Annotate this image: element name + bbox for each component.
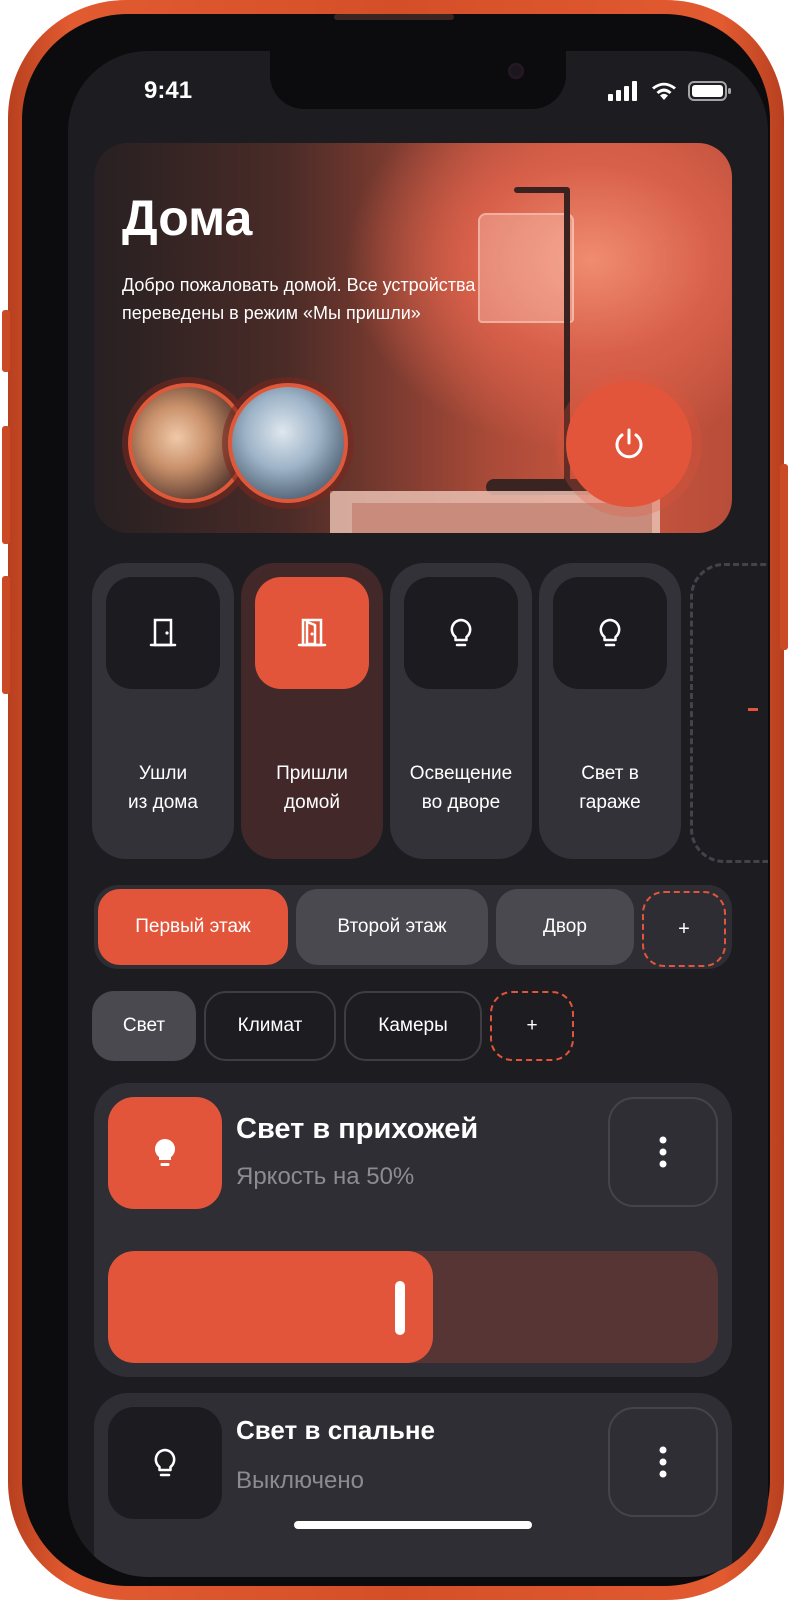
slider-handle[interactable] — [395, 1281, 405, 1335]
signal-icon — [608, 81, 637, 101]
device-card-hallway[interactable]: Свет в прихожей Яркость на 50% — [94, 1083, 732, 1377]
tab-yard[interactable]: Двор — [496, 889, 634, 965]
scene-icon-wrap — [255, 577, 369, 689]
bulb-filled-icon — [155, 1139, 175, 1166]
tab-first-floor[interactable]: Первый этаж — [98, 889, 288, 965]
scene-yard-lighting[interactable]: Освещение во дворе — [390, 563, 532, 859]
power-button[interactable] — [566, 381, 692, 507]
scene-left-home[interactable]: Ушли из дома — [92, 563, 234, 859]
avatar[interactable] — [228, 383, 348, 503]
device-icon-wrap[interactable] — [108, 1407, 222, 1519]
device-status: Яркость на 50% — [236, 1163, 415, 1190]
hero-description: Добро пожаловать домой. Все устройства п… — [122, 275, 476, 323]
nightstand-drawer — [352, 503, 652, 533]
brightness-slider[interactable] — [108, 1251, 718, 1363]
scene-garage-light[interactable]: Свет в гараже — [539, 563, 681, 859]
device-card-bedroom[interactable]: Свет в спальне Выключено — [94, 1393, 732, 1577]
add-category-button[interactable]: + — [490, 991, 574, 1061]
scene-label: Пришли домой — [276, 763, 348, 813]
mute-switch — [2, 310, 10, 372]
chip-light[interactable]: Свет — [92, 991, 196, 1061]
chip-climate[interactable]: Климат — [204, 991, 336, 1061]
device-status: Выключено — [236, 1467, 364, 1494]
volume-up-button — [2, 426, 10, 544]
slider-fill — [108, 1251, 433, 1363]
status-icons — [608, 81, 732, 101]
scene-label: Ушли из дома — [128, 763, 198, 813]
tab-second-floor[interactable]: Второй этаж — [296, 889, 488, 965]
notch — [270, 51, 566, 109]
scene-icon-wrap — [553, 577, 667, 689]
door-closed-icon — [149, 618, 177, 647]
add-floor-button[interactable]: + — [642, 891, 726, 967]
device-title: Свет в прихожей — [236, 1113, 479, 1145]
screen: 9:41 Дома Добро пожаловать домой. Все ус… — [68, 51, 768, 1577]
door-open-icon — [297, 618, 327, 647]
chip-cameras[interactable]: Камеры — [344, 991, 482, 1061]
power-side-button — [780, 464, 788, 650]
phone-frame: 9:41 Дома Добро пожаловать домой. Все ус… — [2, 0, 788, 1600]
scene-label: Освещение во дворе — [409, 763, 513, 813]
add-scene-indicator — [748, 708, 758, 711]
bulb-icon — [154, 1448, 176, 1477]
status-time: 9:41 — [144, 77, 193, 104]
power-icon — [615, 428, 643, 459]
scene-icon-wrap — [404, 577, 518, 689]
wifi-icon — [652, 82, 676, 100]
add-scene-button[interactable] — [690, 563, 768, 863]
phone-bezel: 9:41 Дома Добро пожаловать домой. Все ус… — [22, 14, 770, 1586]
more-vertical-icon — [659, 1136, 667, 1168]
battery-icon — [688, 81, 731, 101]
scene-came-home[interactable]: Пришли домой — [241, 563, 383, 859]
more-vertical-icon — [659, 1446, 667, 1478]
bulb-icon — [450, 618, 472, 647]
floor-tabs: Первый этаж Второй этаж Двор + — [94, 885, 732, 969]
page-title: Дома — [122, 190, 253, 246]
device-title: Свет в спальне — [236, 1415, 435, 1445]
scene-label: Свет в гараже — [579, 763, 641, 813]
hero-card: Дома Добро пожаловать домой. Все устройс… — [94, 143, 732, 533]
more-options-button[interactable] — [608, 1097, 718, 1207]
bulb-icon — [599, 618, 621, 647]
more-options-button[interactable] — [608, 1407, 718, 1517]
device-icon-wrap[interactable] — [108, 1097, 222, 1209]
camera-icon — [508, 63, 524, 79]
volume-down-button — [2, 576, 10, 694]
scene-icon-wrap — [106, 577, 220, 689]
lamp-arm — [514, 187, 570, 193]
home-indicator[interactable] — [294, 1521, 532, 1529]
speaker-grille — [334, 14, 454, 20]
